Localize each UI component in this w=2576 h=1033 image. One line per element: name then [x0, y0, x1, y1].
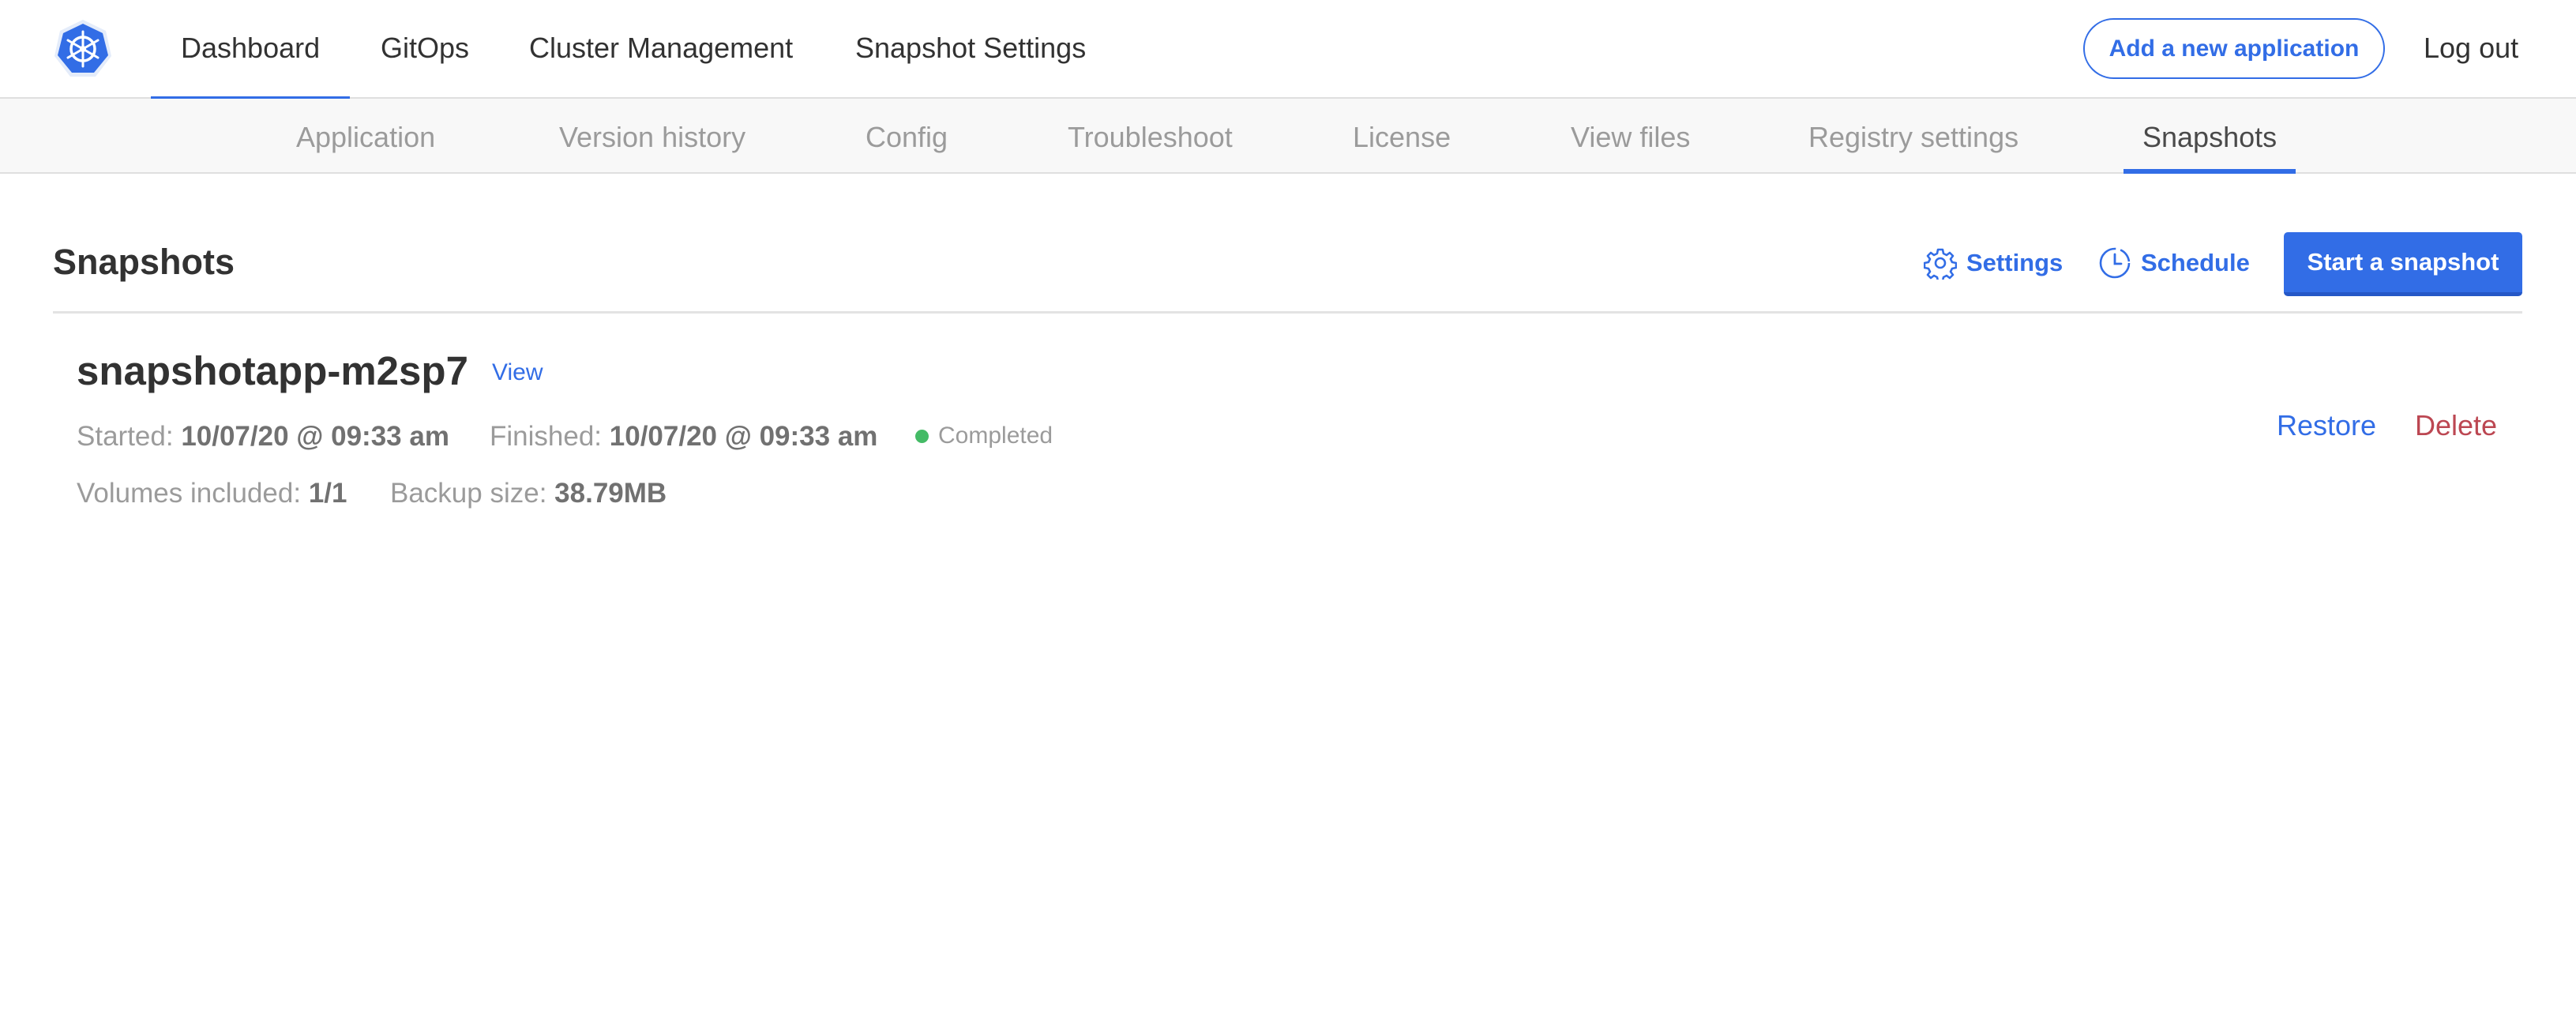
tab-config[interactable]: Config	[866, 99, 948, 172]
kubernetes-helm-icon[interactable]	[52, 18, 114, 80]
gear-icon	[1924, 248, 1957, 280]
status-dot-icon	[915, 429, 929, 443]
volumes-value: 1/1	[308, 478, 347, 509]
snapshot-backup-size: Backup size: 38.79MB	[390, 478, 667, 509]
schedule-button[interactable]: Schedule	[2098, 243, 2250, 283]
backup-size-value: 38.79MB	[554, 478, 667, 509]
snapshot-view-link[interactable]: View	[492, 359, 543, 386]
tab-registry-settings[interactable]: Registry settings	[1808, 99, 2018, 172]
finished-label: Finished:	[490, 421, 603, 452]
tab-license[interactable]: License	[1353, 99, 1451, 172]
page-title: Snapshots	[53, 242, 235, 282]
settings-label: Settings	[1966, 249, 2063, 276]
schedule-label: Schedule	[2141, 249, 2250, 276]
start-snapshot-button[interactable]: Start a snapshot	[2284, 232, 2522, 296]
tab-application[interactable]: Application	[296, 99, 435, 172]
add-new-application-button[interactable]: Add a new application	[2083, 18, 2385, 79]
settings-button[interactable]: Settings	[1924, 243, 2063, 283]
nav-gitops[interactable]: GitOps	[381, 0, 469, 99]
finished-value: 10/07/20 @ 09:33 am	[609, 421, 878, 452]
volumes-label: Volumes included:	[77, 478, 302, 509]
top-navbar: Dashboard GitOps Cluster Management Snap…	[0, 0, 2576, 100]
tab-version-history[interactable]: Version history	[559, 99, 745, 172]
restore-button[interactable]: Restore	[2277, 409, 2376, 442]
tab-troubleshoot[interactable]: Troubleshoot	[1068, 99, 1233, 172]
logout-link[interactable]: Log out	[2424, 0, 2518, 99]
snapshot-started: Started: 10/07/20 @ 09:33 am	[77, 421, 449, 453]
delete-button[interactable]: Delete	[2415, 409, 2497, 442]
nav-cluster-management[interactable]: Cluster Management	[529, 0, 793, 99]
snapshot-finished: Finished: 10/07/20 @ 09:33 am	[490, 421, 877, 453]
nav-snapshot-settings[interactable]: Snapshot Settings	[855, 0, 1086, 99]
backup-size-label: Backup size:	[390, 478, 547, 509]
snapshot-volumes: Volumes included: 1/1	[77, 478, 347, 509]
app-subnav: Application Version history Config Troub…	[0, 99, 2576, 174]
header-divider	[53, 311, 2522, 314]
started-label: Started:	[77, 421, 174, 452]
started-value: 10/07/20 @ 09:33 am	[181, 421, 449, 452]
tab-snapshots[interactable]: Snapshots	[2123, 99, 2296, 174]
clock-icon	[2099, 247, 2131, 279]
nav-dashboard[interactable]: Dashboard	[150, 0, 351, 100]
tab-view-files[interactable]: View files	[1571, 99, 1690, 172]
snapshot-name: snapshotapp-m2sp7	[77, 348, 468, 393]
status-text: Completed	[938, 423, 1053, 449]
status-badge: Completed	[915, 423, 1053, 449]
